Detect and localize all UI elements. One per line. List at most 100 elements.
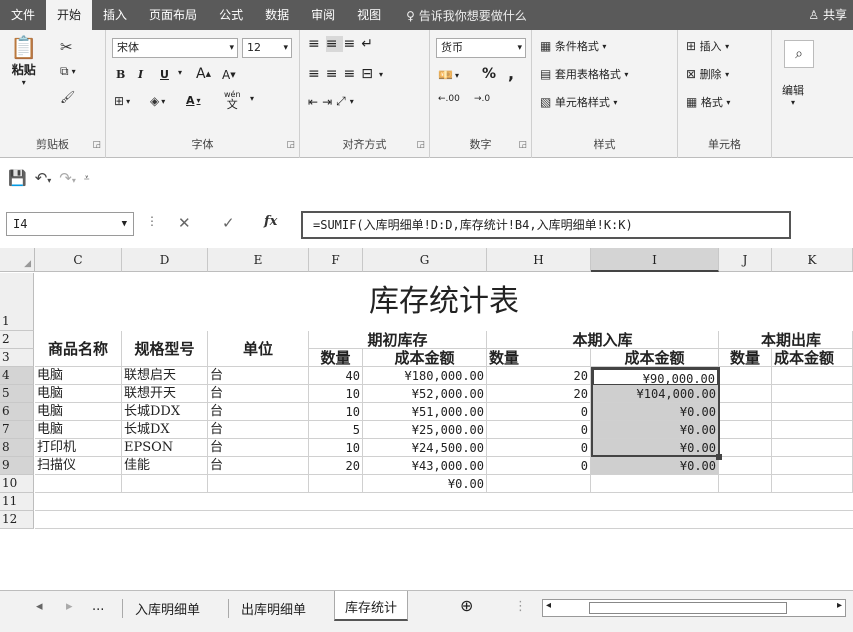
col-header-k[interactable]: K [772,248,853,272]
cell-unit[interactable]: 台 [208,367,309,385]
empty-row-11[interactable] [35,493,853,511]
font-name-select[interactable]: 宋体 ▾ [112,38,238,58]
cell-in-qty[interactable]: 0 [487,421,591,439]
undo-icon[interactable]: ↶▾ [35,169,52,187]
header-cost[interactable]: 成本金额 [363,349,487,367]
cell-open-qty[interactable]: 10 [309,385,363,403]
row-header[interactable]: 1 [0,273,34,331]
dialog-launcher-icon[interactable]: ◲ [518,140,527,150]
cell-in-qty[interactable]: 0 [487,439,591,457]
cell-open-qty[interactable]: 10 [309,439,363,457]
indent-buttons[interactable]: ⇤ ⇥ ⤢ ▾ [308,94,354,109]
header-outgoing[interactable]: 本期出库 [719,331,853,349]
delete-cells-button[interactable]: ⊠ 删除 ▾ [686,66,729,82]
cut-button[interactable]: ✂ [60,38,73,56]
cell-name[interactable]: 电脑 [35,421,122,439]
col-header-i[interactable]: I [591,248,719,272]
scroll-right-icon[interactable]: ▸ [66,599,73,614]
cell-open-qty[interactable]: 5 [309,421,363,439]
cell-spec[interactable]: 长城DDX [122,403,208,421]
cell-open-cost[interactable]: ¥24,500.00 [363,439,487,457]
name-box[interactable]: I4 ▼ [6,212,134,236]
cell[interactable] [35,475,122,493]
cell[interactable] [309,475,363,493]
cell-in-cost[interactable]: ¥0.00 [591,403,719,421]
phonetic-guide-button[interactable]: wén 文 [224,90,241,110]
cell-spec[interactable]: 联想启天 [122,367,208,385]
cell-unit[interactable]: 台 [208,457,309,475]
grow-font-button[interactable]: A ▲ [196,66,211,82]
number-format-select[interactable]: 货币 ▾ [436,38,526,58]
row-header[interactable]: 11 [0,493,34,511]
share-button[interactable]: ♙ 共享 [808,0,847,30]
header-incoming[interactable]: 本期入库 [487,331,719,349]
comma-button[interactable]: , [508,64,514,83]
paste-button[interactable]: 📋 粘贴 ▾ [10,36,37,87]
cell-in-qty[interactable]: 0 [487,403,591,421]
header-opening-stock[interactable]: 期初库存 [309,331,487,349]
header-cost[interactable]: 成本金额 [591,349,719,367]
cell[interactable] [772,457,853,475]
fill-color-button[interactable]: ◈ ▾ [150,94,165,108]
empty-row-12[interactable] [35,511,853,529]
cell[interactable] [591,475,719,493]
header-product-name[interactable]: 商品名称 [35,331,122,367]
cell-styles-button[interactable]: ▧ 单元格样式 ▾ [540,94,617,110]
conditional-formatting-button[interactable]: ▦ 条件格式 ▾ [540,38,606,54]
fill-handle[interactable] [716,454,722,460]
active-cell-i4[interactable]: ¥90,000.00 [593,369,718,385]
row-header[interactable]: 10 [0,475,34,493]
cell-spec[interactable]: 长城DX [122,421,208,439]
cell[interactable] [719,367,772,385]
cell[interactable] [719,439,772,457]
insert-cells-button[interactable]: ⊞ 插入 ▾ [686,38,729,54]
horizontal-align-buttons[interactable]: ≡ ≡ ≡ ⊟ ▾ [308,66,383,82]
editing-button[interactable]: 编辑 ▾ [782,82,804,107]
header-spec[interactable]: 规格型号 [122,331,208,367]
dialog-launcher-icon[interactable]: ◲ [286,140,295,150]
horizontal-scrollbar[interactable]: ◂ ▸ [542,599,846,617]
cell-open-qty[interactable]: 20 [309,457,363,475]
tab-review[interactable]: 审阅 [300,0,346,30]
cell-open-cost[interactable]: ¥52,000.00 [363,385,487,403]
tab-page-layout[interactable]: 页面布局 [138,0,208,30]
customize-qat-icon[interactable]: ⩡ [84,173,90,184]
row-header[interactable]: 5 [0,385,34,403]
cell[interactable] [772,475,853,493]
scroll-thumb[interactable] [589,602,787,614]
cell[interactable] [719,457,772,475]
col-header-c[interactable]: C [35,248,122,272]
formula-input[interactable]: =SUMIF(入库明细单!D:D,库存统计!B4,入库明细单!K:K) [301,211,791,239]
bold-button[interactable]: B [116,68,125,81]
cell-open-qty[interactable]: 10 [309,403,363,421]
cell-open-cost[interactable]: ¥51,000.00 [363,403,487,421]
cell-in-qty[interactable]: 0 [487,457,591,475]
cell-in-cost[interactable]: ¥104,000.00 [591,385,719,403]
percent-button[interactable]: % [482,66,496,82]
col-header-e[interactable]: E [208,248,309,272]
col-header-h[interactable]: H [487,248,591,272]
font-size-select[interactable]: 12 ▾ [242,38,292,58]
cell-name[interactable]: 电脑 [35,403,122,421]
save-icon[interactable]: 💾 [8,169,27,187]
find-button[interactable]: ⌕ [784,40,814,68]
sheet-tab-inventory[interactable]: 库存统计 [334,591,409,621]
cell[interactable] [772,385,853,403]
cell[interactable] [772,439,853,457]
row-header[interactable]: 4 [0,367,34,385]
dialog-launcher-icon[interactable]: ◲ [92,140,101,150]
cell-open-cost[interactable]: ¥25,000.00 [363,421,487,439]
increase-decimal-button[interactable]: ← .00 [438,94,460,104]
cell[interactable] [772,421,853,439]
row-header[interactable]: 3 [0,349,34,367]
cell-name[interactable]: 打印机 [35,439,122,457]
insert-function-icon[interactable]: fx [264,214,277,229]
header-qty[interactable]: 数量 [487,349,591,367]
tell-me-search[interactable]: ♀ 告诉我你想要做什么 [398,7,535,24]
tab-file[interactable]: 文件 [0,0,46,30]
font-color-button[interactable]: A ▾ [186,94,201,107]
cell-spec[interactable]: EPSON [122,439,208,457]
tab-insert[interactable]: 插入 [92,0,138,30]
cell-spec[interactable]: 联想开天 [122,385,208,403]
copy-button[interactable]: ⧉ ▾ [60,64,76,79]
